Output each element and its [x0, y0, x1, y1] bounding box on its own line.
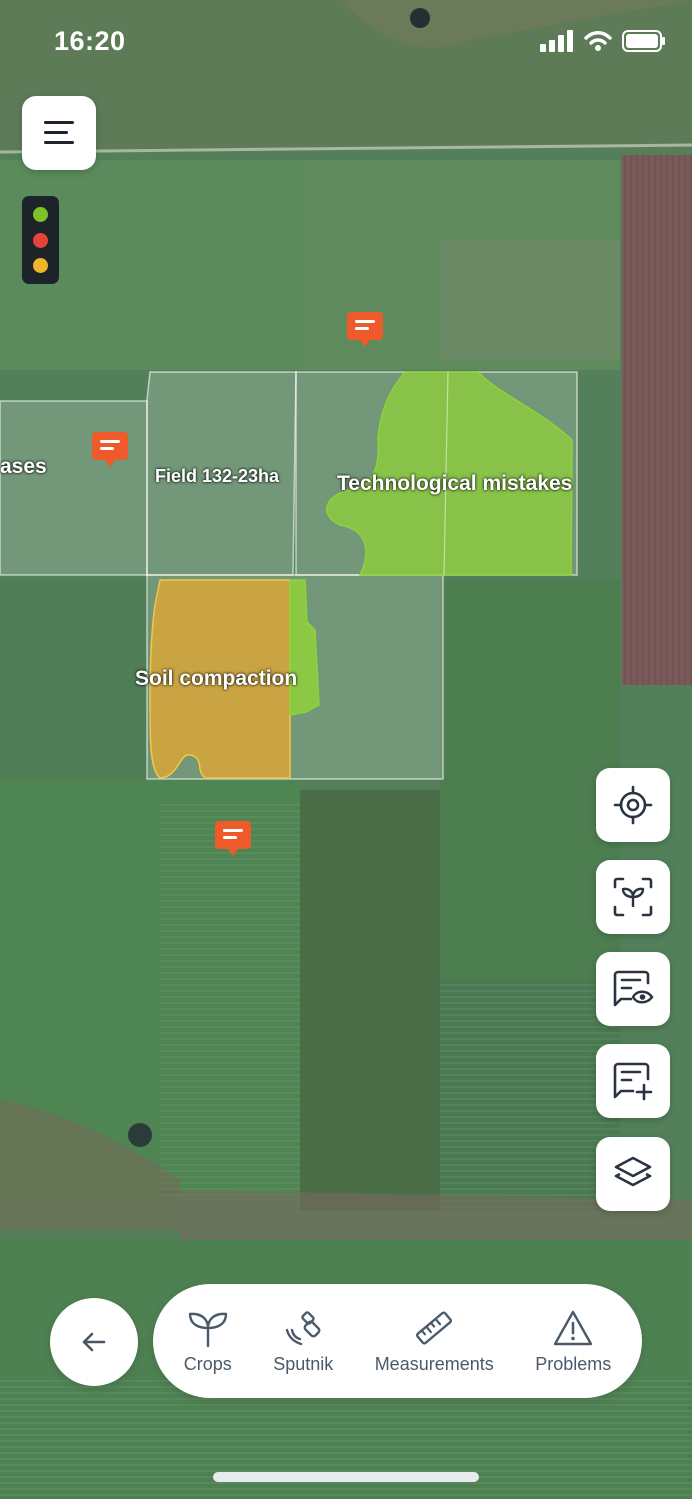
status-time: 16:20: [54, 26, 126, 56]
wifi-icon: [584, 31, 612, 51]
scan-plant-icon: [613, 877, 653, 917]
scan-crop-button[interactable]: [596, 860, 670, 934]
comment-marker[interactable]: [347, 312, 383, 350]
nav-item-problems[interactable]: Problems: [535, 1308, 611, 1375]
comment-marker[interactable]: [215, 821, 251, 859]
nav-label-measurements: Measurements: [374, 1353, 494, 1374]
menu-icon: [44, 121, 74, 144]
ruler-icon: [416, 1310, 453, 1345]
satellite-icon: [286, 1310, 321, 1345]
nav-label-sputnik: Sputnik: [273, 1353, 334, 1374]
signal-icon: [540, 30, 573, 52]
layers-icon: [614, 1156, 652, 1187]
arrow-left-icon: [82, 1332, 106, 1352]
nav-item-sputnik[interactable]: Sputnik: [273, 1308, 333, 1375]
green-dot: [33, 206, 48, 222]
back-button[interactable]: [50, 1298, 138, 1386]
satellite-map[interactable]: [0, 0, 692, 1499]
field-label-technological-mistakes[interactable]: Technological mistakes: [337, 472, 572, 496]
nav-label-crops: Crops: [183, 1353, 232, 1374]
comment-add-icon: [613, 1062, 653, 1101]
comment-marker[interactable]: [92, 432, 128, 470]
red-dot: [33, 232, 48, 248]
bottom-nav: Crops Sputnik Measurements Problems: [153, 1284, 642, 1398]
menu-button[interactable]: [22, 96, 96, 170]
target-icon: [613, 785, 653, 825]
add-comment-button[interactable]: [596, 1044, 670, 1118]
comment-eye-icon: [613, 970, 654, 1007]
layers-button[interactable]: [596, 1137, 670, 1211]
nav-label-problems: Problems: [535, 1353, 612, 1374]
field-label-soil-compaction[interactable]: Soil compaction: [135, 667, 297, 691]
sprout-icon: [188, 1312, 227, 1347]
field-label-field-132[interactable]: Field 132-23ha: [155, 466, 279, 487]
locate-button[interactable]: [596, 768, 670, 842]
home-indicator[interactable]: [213, 1472, 479, 1482]
status-icons: [540, 30, 666, 52]
battery-icon: [622, 30, 665, 52]
nav-item-measurements[interactable]: Measurements: [375, 1308, 494, 1375]
nav-item-crops[interactable]: Crops: [184, 1308, 232, 1375]
warning-icon: [554, 1310, 593, 1345]
view-comments-button[interactable]: [596, 952, 670, 1026]
status-traffic-light[interactable]: [22, 196, 59, 284]
yellow-dot: [33, 258, 48, 274]
field-label-ases[interactable]: ases: [0, 455, 47, 479]
